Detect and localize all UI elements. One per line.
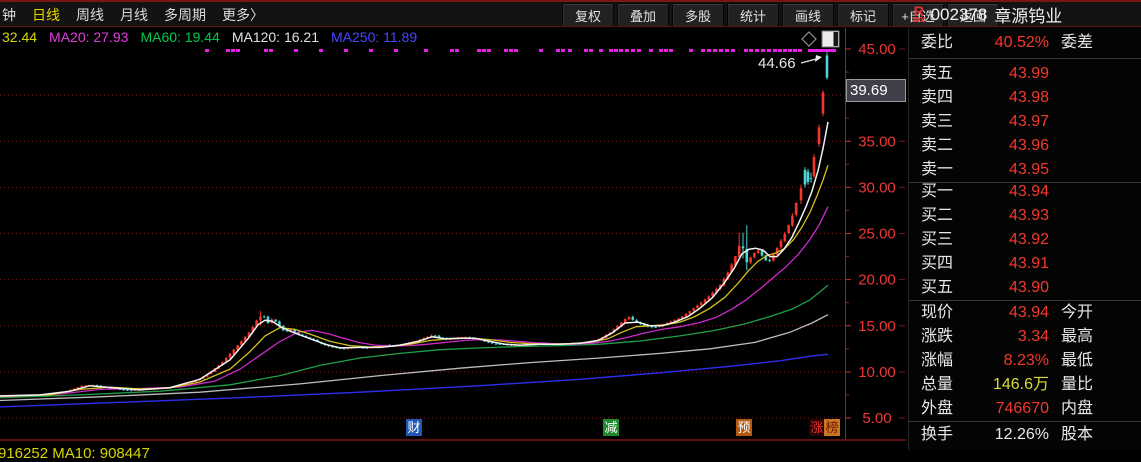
tab-钟[interactable]: 钟 bbox=[2, 5, 16, 25]
toolbar-button-多股[interactable]: 多股 bbox=[672, 3, 724, 28]
svg-text:减: 减 bbox=[604, 420, 617, 435]
r-badge-text: R bbox=[912, 5, 926, 17]
buy-row-2-value: 43.93 bbox=[909, 204, 1049, 228]
ma-legend-item: MA120: 16.21 bbox=[232, 29, 319, 45]
sell-row-3[interactable]: 卖三43.97 bbox=[909, 110, 1141, 134]
axis-tick-label: 15.00 bbox=[858, 318, 896, 335]
sell-row-5-value: 43.99 bbox=[909, 62, 1049, 86]
margin-trading-badge: R 1000 bbox=[912, 5, 926, 24]
axis-tick-label: 10.00 bbox=[858, 364, 896, 381]
buy-row-4-value: 43.91 bbox=[909, 252, 1049, 276]
stock-code: 002378 bbox=[931, 5, 988, 25]
buy-row-5-value: 43.90 bbox=[909, 276, 1049, 300]
high-annotation: 44.66 bbox=[758, 55, 822, 72]
sell-row-2[interactable]: 卖二43.96 bbox=[909, 134, 1141, 158]
info-row-4-label2: 内盘 bbox=[1061, 397, 1093, 421]
ma-legend-item: MA20: 27.93 bbox=[49, 29, 128, 45]
toolbar-button-标记[interactable]: 标记 bbox=[837, 3, 889, 28]
ma-legend: 32.44 MA20: 27.93 MA60: 19.44 MA120: 16.21 M… bbox=[2, 29, 417, 45]
weibi-row: 委比40.52%委差 bbox=[909, 31, 1141, 55]
tab-周线[interactable]: 周线 bbox=[76, 5, 104, 25]
buy-row-3-value: 43.92 bbox=[909, 228, 1049, 252]
buy-row-1[interactable]: 买一43.94 bbox=[909, 180, 1141, 204]
event-dots bbox=[205, 49, 836, 52]
stock-name: 章源钨业 bbox=[994, 2, 1062, 27]
period-tabs: 钟日线周线月线多周期更多〉 bbox=[2, 5, 264, 25]
buy-row-1-value: 43.94 bbox=[909, 180, 1049, 204]
ma-legend-item: 32.44 bbox=[2, 29, 37, 45]
axis-tick-label: 35.00 bbox=[858, 133, 896, 150]
sell-row-4-value: 43.98 bbox=[909, 86, 1049, 110]
info-row-4-value: 746670 bbox=[909, 397, 1049, 421]
info-row-3-value: 146.6万 bbox=[909, 373, 1049, 397]
r-badge-sub: 1000 bbox=[912, 17, 926, 24]
info-row-1-label2: 最高 bbox=[1061, 325, 1093, 349]
toolbar-button-画线[interactable]: 画线 bbox=[782, 3, 834, 28]
axis-tick-label: 20.00 bbox=[858, 272, 896, 289]
weibi-row-value: 40.52% bbox=[909, 31, 1049, 55]
info-row-2-label2: 最低 bbox=[1061, 349, 1093, 373]
buy-row-3[interactable]: 买三43.92 bbox=[909, 228, 1141, 252]
info-row-1: 涨跌3.34最高 bbox=[909, 325, 1141, 349]
panel-separator bbox=[909, 58, 1141, 59]
info-row-3-label2: 量比 bbox=[1061, 373, 1093, 397]
axis-price-marker: 39.69 bbox=[846, 79, 906, 102]
ma-legend-item: MA250: 11.89 bbox=[331, 29, 417, 45]
axis-tick-label: 25.00 bbox=[858, 226, 896, 243]
ma-lines bbox=[0, 122, 828, 407]
ma-line-MA10 bbox=[0, 165, 828, 396]
info-row-1-value: 3.34 bbox=[909, 325, 1049, 349]
ma-legend-item: MA60: 19.44 bbox=[140, 29, 219, 45]
info-row-3: 总量146.6万量比 bbox=[909, 373, 1141, 397]
info-row-2: 涨幅8.23%最低 bbox=[909, 349, 1141, 373]
quote-panel: 委比40.52%委差卖五43.99卖四43.98卖三43.97卖二43.96卖一… bbox=[908, 0, 1141, 450]
volume-legend: 916252 MA10: 908447 bbox=[0, 445, 150, 462]
buy-row-5[interactable]: 买五43.90 bbox=[909, 276, 1141, 300]
axis-tick-label: 45.00 bbox=[858, 41, 896, 58]
ma-line-MA5 bbox=[0, 122, 828, 396]
turnover-row: 换手12.26%股本 bbox=[909, 423, 1141, 447]
svg-text:涨: 涨 bbox=[810, 420, 823, 435]
sell-row-2-value: 43.96 bbox=[909, 134, 1049, 158]
svg-text:财: 财 bbox=[407, 420, 420, 435]
event-badges: 财 减 预 涨榜 bbox=[406, 419, 840, 436]
toolbar-button-叠加[interactable]: 叠加 bbox=[617, 3, 669, 28]
tab-月线[interactable]: 月线 bbox=[120, 5, 148, 25]
ma-line-MA250 bbox=[0, 354, 828, 407]
sell-row-5[interactable]: 卖五43.99 bbox=[909, 62, 1141, 86]
turnover-row-label2: 股本 bbox=[1061, 423, 1093, 447]
panel-separator bbox=[909, 421, 1141, 422]
axis-tick-label: 30.00 bbox=[858, 179, 896, 196]
high-annotation-text: 44.66 bbox=[758, 55, 796, 72]
toolbar-button-复权[interactable]: 复权 bbox=[562, 3, 614, 28]
kline-chart[interactable]: 45.0040.0035.0030.0025.0020.0015.0010.00… bbox=[0, 0, 908, 450]
sell-row-1-value: 43.95 bbox=[909, 158, 1049, 182]
gridlines bbox=[0, 95, 843, 418]
chart-corner-icons[interactable] bbox=[802, 31, 839, 47]
buy-row-2[interactable]: 买二43.93 bbox=[909, 204, 1141, 228]
tab-更多〉[interactable]: 更多〉 bbox=[222, 5, 264, 25]
buy-row-4[interactable]: 买四43.91 bbox=[909, 252, 1141, 276]
stock-header: R 1000 002378 章源钨业 bbox=[912, 2, 1062, 27]
info-row-0-value: 43.94 bbox=[909, 301, 1049, 325]
sell-row-3-value: 43.97 bbox=[909, 110, 1049, 134]
tab-多周期[interactable]: 多周期 bbox=[164, 5, 206, 25]
toolbar-button-统计[interactable]: 统计 bbox=[727, 3, 779, 28]
info-row-4: 外盘746670内盘 bbox=[909, 397, 1141, 421]
tab-日线[interactable]: 日线 bbox=[32, 5, 60, 25]
svg-text:榜: 榜 bbox=[825, 420, 838, 435]
sell-row-1[interactable]: 卖一43.95 bbox=[909, 158, 1141, 182]
info-row-0-label2: 今开 bbox=[1061, 301, 1093, 325]
info-row-0: 现价43.94今开 bbox=[909, 301, 1141, 325]
info-row-2-value: 8.23% bbox=[909, 349, 1049, 373]
svg-text:预: 预 bbox=[737, 420, 750, 435]
axis-tick-label: 5.00 bbox=[862, 410, 891, 427]
sell-row-4[interactable]: 卖四43.98 bbox=[909, 86, 1141, 110]
turnover-row-value: 12.26% bbox=[909, 423, 1049, 447]
diamond-icon bbox=[802, 32, 816, 46]
weibi-row-label2: 委差 bbox=[1061, 31, 1093, 55]
